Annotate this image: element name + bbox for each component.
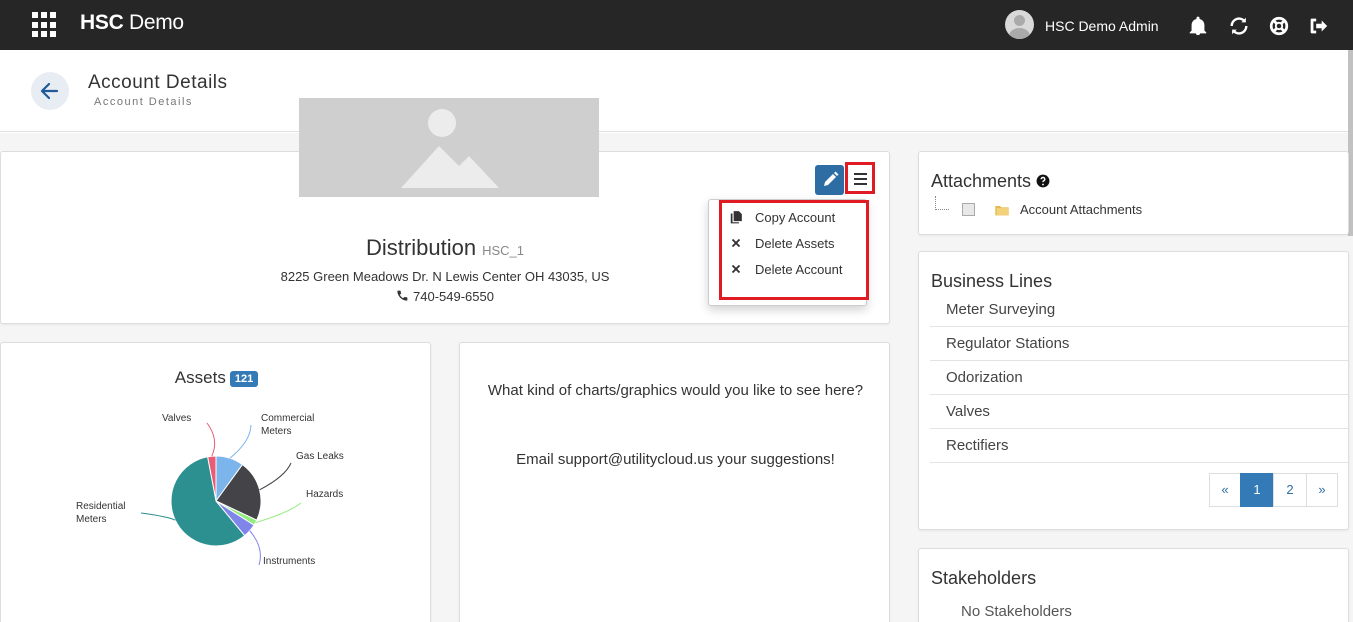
logout-icon[interactable] [1307, 15, 1329, 37]
attachments-title-line: Attachments [931, 171, 1050, 192]
refresh-icon[interactable] [1228, 15, 1250, 37]
close-icon [731, 264, 741, 274]
account-menu-button[interactable] [845, 162, 875, 194]
pie-label: Gas Leaks [296, 451, 344, 462]
business-line-item[interactable]: Meter Surveying [930, 293, 1348, 327]
user-name[interactable]: HSC Demo Admin [1045, 18, 1159, 34]
business-line-item[interactable]: Regulator Stations [930, 327, 1348, 361]
account-photo-placeholder[interactable] [299, 98, 599, 197]
avatar[interactable] [1005, 10, 1034, 39]
menu-item-delete-account[interactable]: Delete Account [709, 258, 868, 282]
account-phone[interactable]: 740-549-6550 [413, 289, 494, 304]
folder-icon [995, 206, 1009, 216]
business-line-item[interactable]: Odorization [930, 361, 1348, 395]
lifebuoy-icon[interactable] [1268, 15, 1290, 37]
suggestions-email: Email support@utilitycloud.us your sugge… [516, 451, 835, 468]
attachment-item[interactable]: Account Attachments [1020, 202, 1142, 217]
account-code: HSC_1 [482, 243, 524, 258]
image-icon [401, 109, 499, 188]
assets-count-badge: 121 [229, 370, 259, 387]
pagination-prev[interactable]: « [1209, 473, 1241, 507]
suggestions-card: What kind of charts/graphics would you l… [459, 342, 890, 622]
pencil-icon [824, 171, 839, 186]
account-actions-menu: Copy Account Delete Assets Delete Accoun… [708, 199, 867, 306]
pie-leader-line [255, 502, 302, 524]
stakeholders-title: Stakeholders [931, 568, 1037, 588]
business-line-item[interactable]: Rectifiers [930, 429, 1348, 463]
help-icon[interactable] [1036, 174, 1050, 188]
pie-label: Commercial [261, 413, 314, 424]
page-header: Account Details Account Details [0, 50, 1353, 132]
pie-label: Meters [261, 426, 292, 437]
hamburger-icon [854, 173, 867, 175]
pie-label: Hazards [306, 489, 343, 500]
assets-title: Assets [174, 368, 226, 387]
top-navbar: HSC Demo HSC Demo Admin [0, 0, 1353, 50]
stakeholders-empty: No Stakeholders [961, 603, 1072, 620]
attachment-checkbox[interactable] [962, 203, 975, 216]
phone-icon [397, 290, 408, 301]
assets-pie-chart: Valves Commercial Meters Gas Leaks Hazards In… [76, 413, 344, 567]
page-title: Account Details [88, 72, 228, 93]
menu-item-delete-assets[interactable]: Delete Assets [709, 232, 868, 256]
pagination-page-1[interactable]: 1 [1240, 473, 1274, 507]
copy-icon [730, 211, 742, 224]
menu-item-copy-account[interactable]: Copy Account [709, 206, 868, 230]
pie-label: Meters [76, 514, 107, 525]
attachments-title: Attachments [931, 171, 1032, 191]
pie-label: Residential [76, 501, 125, 512]
pagination-next[interactable]: » [1306, 473, 1338, 507]
brand-logo[interactable]: HSC Demo [80, 11, 184, 35]
pie-leader-line [229, 424, 252, 459]
page-subtitle: Account Details [94, 96, 193, 108]
assets-title-line: Assets 121 [1, 368, 432, 388]
pie-label: Valves [162, 413, 191, 424]
pie-leader-line [140, 512, 176, 521]
apps-grid-icon[interactable] [32, 12, 58, 38]
tree-connector [935, 196, 949, 210]
pie-leader-line [259, 462, 292, 491]
arrow-left-icon [40, 82, 59, 100]
stakeholders-card: Stakeholders No Stakeholders [918, 548, 1349, 622]
suggestions-question: What kind of charts/graphics would you l… [487, 382, 864, 399]
business-line-item[interactable]: Valves [930, 395, 1348, 429]
business-lines-title: Business Lines [931, 271, 1053, 291]
pie-leader-line [206, 422, 216, 457]
close-icon [731, 238, 741, 248]
edit-button[interactable] [815, 165, 844, 195]
assets-card: Assets 121 Valves Commercial Meters Gas Leak… [0, 342, 431, 622]
pagination-page-2[interactable]: 2 [1273, 473, 1307, 507]
bell-icon[interactable] [1187, 15, 1209, 37]
back-button[interactable] [31, 72, 69, 110]
pie-label: Instruments [263, 556, 315, 567]
account-name: Distribution [366, 235, 477, 260]
attachments-card: Attachments Account Attachments [918, 151, 1349, 235]
pie-leader-line [249, 530, 261, 566]
